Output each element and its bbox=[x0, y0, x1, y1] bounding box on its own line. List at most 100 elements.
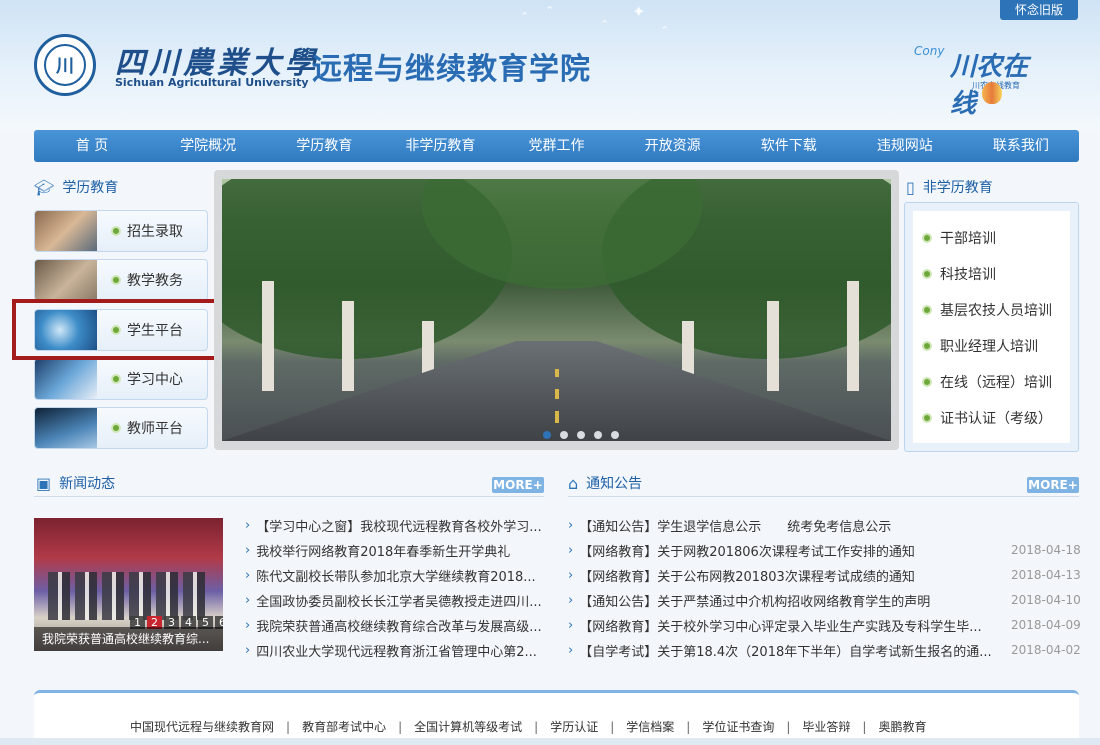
news-list-item[interactable]: › 全国政协委员副校长长江学者吴德教授走进四川... bbox=[245, 591, 545, 610]
online-logo[interactable]: Cony 川农在线 川农在线教育 bbox=[914, 40, 1044, 119]
bookmark-icon: ▯ bbox=[906, 177, 915, 197]
left-item-label: 教学教务 bbox=[127, 273, 183, 289]
left-item-learning-center[interactable]: 学习中心 bbox=[34, 358, 208, 400]
nav-item-degree-education[interactable]: 学历教育 bbox=[266, 130, 382, 162]
balloon-icon bbox=[982, 82, 1002, 104]
left-item-admission[interactable]: 招生录取 bbox=[34, 210, 208, 252]
news-list-item[interactable]: › 【学习中心之窗】我校现代远程教育各校外学习... bbox=[245, 516, 545, 535]
news-section-title: ▣ 新闻动态 bbox=[36, 473, 115, 493]
lane-marking bbox=[554, 369, 559, 377]
footer-link[interactable]: 中国现代远程与继续教育网 bbox=[130, 718, 274, 735]
news-divider bbox=[34, 496, 544, 497]
notice-list-item[interactable]: › 【通知公告】学生退学信息公示 统考免考信息公示 bbox=[568, 516, 998, 535]
news-more-button[interactable]: MORE+ bbox=[492, 477, 544, 493]
university-seal-logo: 川 bbox=[34, 34, 96, 96]
teacher-platform-thumbnail bbox=[35, 408, 97, 448]
footer-link[interactable]: 学位证书查询 bbox=[702, 718, 774, 735]
banner-dot[interactable] bbox=[577, 431, 585, 439]
footer-link[interactable]: 全国计算机等级考试 bbox=[414, 718, 522, 735]
notice-more-button[interactable]: MORE+ bbox=[1027, 477, 1079, 493]
chevron-right-icon: › bbox=[568, 618, 574, 633]
bullet-icon bbox=[111, 374, 121, 384]
banner-dot[interactable] bbox=[560, 431, 568, 439]
footer-link[interactable]: 毕业答辩 bbox=[802, 718, 850, 735]
chevron-right-icon: › bbox=[568, 518, 574, 533]
notice-date: 2018-04-09 bbox=[1011, 618, 1081, 632]
notice-list-item[interactable]: › 【网络教育】关于网教201806次课程考试工作安排的通知 bbox=[568, 541, 998, 560]
bullet-icon bbox=[922, 233, 932, 243]
right-item-online-training[interactable]: 在线（远程）培训 bbox=[922, 372, 1052, 392]
right-item-cadre-training[interactable]: 干部培训 bbox=[922, 228, 996, 248]
news-item-text: 【学习中心之窗】我校现代远程教育各校外学习... bbox=[256, 520, 542, 535]
chevron-right-icon: › bbox=[568, 593, 574, 608]
bullet-icon bbox=[111, 275, 121, 285]
footer-link[interactable]: 奥鹏教育 bbox=[878, 718, 926, 735]
graduation-cap-icon: 🎓︎ bbox=[34, 177, 55, 197]
university-name-en: Sichuan Agricultural University bbox=[115, 76, 309, 89]
notice-date: 2018-04-10 bbox=[1011, 593, 1081, 607]
notice-item-text: 【网络教育】关于公布网教201803次课程考试成绩的通知 bbox=[579, 570, 915, 585]
nav-item-non-degree-education[interactable]: 非学历教育 bbox=[382, 130, 498, 162]
tree-trunk bbox=[767, 301, 779, 391]
nav-item-about[interactable]: 学院概况 bbox=[150, 130, 266, 162]
notice-list-item[interactable]: › 【网络教育】关于公布网教201803次课程考试成绩的通知 bbox=[568, 566, 998, 585]
news-list-item[interactable]: › 四川农业大学现代远程教育浙江省管理中心第2... bbox=[245, 641, 545, 660]
notice-divider bbox=[568, 496, 1079, 497]
learning-center-thumbnail bbox=[35, 359, 97, 399]
notice-item-text: 【网络教育】关于校外学习中心评定录入毕业生产实践及专科学生毕... bbox=[579, 620, 982, 635]
notice-item-text: 【网络教育】关于网教201806次课程考试工作安排的通知 bbox=[579, 545, 915, 560]
nav-item-software-download[interactable]: 软件下载 bbox=[731, 130, 847, 162]
right-item-tech-training[interactable]: 科技培训 bbox=[922, 264, 996, 284]
banner-slider[interactable] bbox=[222, 179, 891, 441]
notice-item-text: 【自学考试】关于第18.4次（2018年下半年）自学考试新生报名的通... bbox=[579, 645, 992, 660]
nav-item-illegal-sites[interactable]: 违规网站 bbox=[847, 130, 963, 162]
site-header: ⌃ ⌃ ⌃ ✦ ⌃ 怀念旧版 川 四川農業大學 Sichuan Agricult… bbox=[0, 0, 1100, 130]
notice-list-item[interactable]: › 【网络教育】关于校外学习中心评定录入毕业生产实践及专科学生毕... bbox=[568, 616, 998, 635]
right-item-label: 职业经理人培训 bbox=[940, 339, 1038, 355]
news-item-text: 四川农业大学现代远程教育浙江省管理中心第2... bbox=[256, 645, 537, 660]
right-section-title-text: 非学历教育 bbox=[922, 180, 993, 196]
notice-date: 2018-04-13 bbox=[1011, 568, 1081, 582]
nav-item-open-resources[interactable]: 开放资源 bbox=[615, 130, 731, 162]
nav-item-contact[interactable]: 联系我们 bbox=[963, 130, 1079, 162]
footer-link[interactable]: 学信档案 bbox=[626, 718, 674, 735]
chevron-right-icon: › bbox=[568, 543, 574, 558]
banner-dot[interactable] bbox=[543, 431, 551, 439]
notice-list-item[interactable]: › 【自学考试】关于第18.4次（2018年下半年）自学考试新生报名的通... bbox=[568, 641, 998, 660]
news-list-item[interactable]: › 陈代文副校长带队参加北京大学继续教育2018... bbox=[245, 566, 545, 585]
footer-link[interactable]: 教育部考试中心 bbox=[302, 718, 386, 735]
news-photo-caption: 我院荣获普通高校继续教育综... bbox=[34, 627, 223, 651]
right-item-manager-training[interactable]: 职业经理人培训 bbox=[922, 336, 1038, 356]
notice-item-text: 【通知公告】关于严禁通过中介机构招收网络教育学生的声明 bbox=[579, 595, 931, 610]
footer-links: 中国现代远程与继续教育网 | 教育部考试中心 | 全国计算机等级考试 | 学历认证 | … bbox=[130, 718, 926, 735]
right-item-grassroots-training[interactable]: 基层农技人员培训 bbox=[922, 300, 1052, 320]
right-item-certification[interactable]: 证书认证（考级） bbox=[922, 408, 1052, 428]
newspaper-icon: ▣ bbox=[36, 473, 52, 493]
bullet-icon bbox=[922, 341, 932, 351]
notice-list-item[interactable]: › 【通知公告】关于严禁通过中介机构招收网络教育学生的声明 bbox=[568, 591, 998, 610]
notice-date: 2018-04-02 bbox=[1011, 643, 1081, 657]
old-version-button[interactable]: 怀念旧版 bbox=[1000, 0, 1078, 20]
news-photo-slider[interactable]: 1 2 3 4 5 6 我院荣获普通高校继续教育综... bbox=[34, 518, 223, 651]
right-section-title: ▯ 非学历教育 bbox=[906, 177, 993, 197]
lane-marking bbox=[554, 389, 559, 399]
nav-item-home[interactable]: 首 页 bbox=[34, 130, 150, 162]
footer-separator: | bbox=[862, 719, 867, 734]
news-list-item[interactable]: › 我校举行网络教育2018年春季新生开学典礼 bbox=[245, 541, 545, 560]
news-item-text: 陈代文副校长带队参加北京大学继续教育2018... bbox=[256, 570, 536, 585]
chevron-right-icon: › bbox=[245, 593, 251, 608]
news-list-item[interactable]: › 我院荣获普通高校继续教育综合改革与发展高级... bbox=[245, 616, 545, 635]
right-item-label: 科技培训 bbox=[940, 267, 996, 283]
bird-decoration-icon: ⌃ bbox=[545, 4, 555, 17]
news-item-text: 全国政协委员副校长长江学者吴德教授走进四川... bbox=[256, 595, 542, 610]
left-item-teacher-platform[interactable]: 教师平台 bbox=[34, 407, 208, 449]
banner-dot[interactable] bbox=[611, 431, 619, 439]
left-item-teaching-affairs[interactable]: 教学教务 bbox=[34, 259, 208, 301]
notice-date: 2018-04-18 bbox=[1011, 543, 1081, 557]
nav-item-party-work[interactable]: 党群工作 bbox=[498, 130, 614, 162]
footer-link[interactable]: 学历认证 bbox=[550, 718, 598, 735]
tree-trunk bbox=[262, 281, 274, 391]
banner-dot[interactable] bbox=[594, 431, 602, 439]
tree-trunk bbox=[342, 301, 354, 391]
footer-separator: | bbox=[686, 719, 691, 734]
